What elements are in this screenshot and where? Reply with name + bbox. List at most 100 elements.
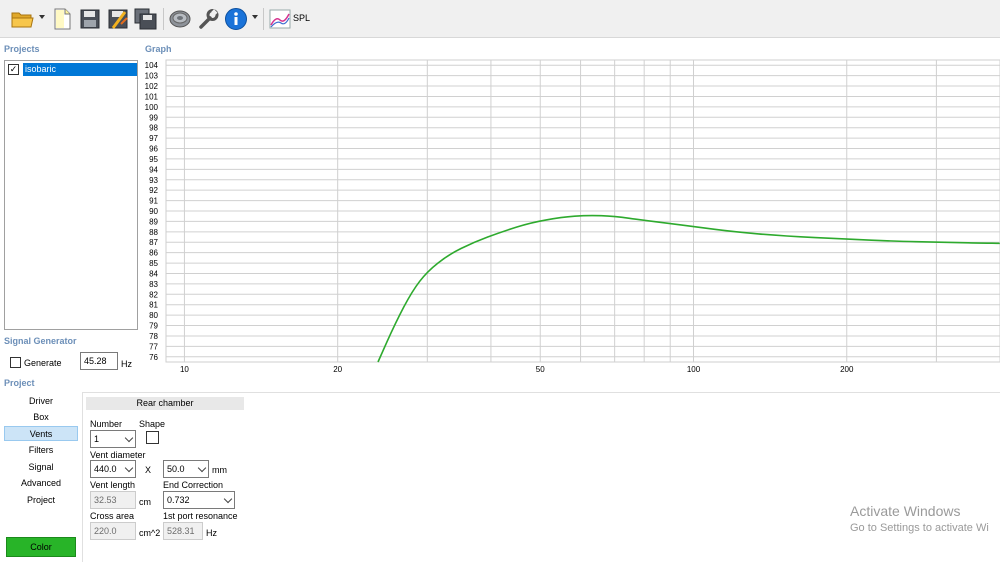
project-item[interactable]: ✓ isobaric: [7, 62, 137, 76]
frequency-unit: Hz: [121, 359, 132, 369]
y-tick-label: 99: [149, 113, 158, 122]
y-tick-label: 77: [149, 342, 158, 351]
chevron-down-icon: [124, 463, 134, 473]
x-tick-label: 20: [333, 365, 342, 374]
cross-area-label: Cross area: [90, 511, 135, 521]
toolbar-separator: [263, 8, 264, 30]
y-tick-label: 90: [149, 207, 158, 216]
spl-chart-icon[interactable]: [267, 6, 293, 32]
end-correction-value: 0.732: [167, 495, 190, 505]
y-tick-label: 100: [145, 103, 159, 112]
number-select-value: 1: [94, 434, 100, 444]
y-tick-label: 87: [149, 238, 158, 247]
shape-label: Shape: [139, 419, 166, 429]
end-correction-select[interactable]: 0.732: [163, 491, 235, 509]
spl-graph: 76 777879 8081 8283 848586 8788 899091 9293 9495…: [145, 59, 1000, 374]
info-dropdown-icon[interactable]: [252, 15, 258, 19]
y-tick-label: 101: [145, 92, 159, 101]
y-tick-label: 81: [149, 301, 158, 310]
y-tick-label: 104: [145, 61, 159, 70]
x-tick-label: 10: [180, 365, 189, 374]
shape-checkbox[interactable]: [146, 431, 159, 444]
y-tick-label: 84: [149, 269, 158, 278]
y-tick-label: 93: [149, 176, 158, 185]
projects-title: Projects: [4, 44, 40, 54]
nav-driver[interactable]: Driver: [4, 394, 78, 409]
y-tick-label: 92: [149, 186, 158, 195]
vent-depth-unit: mm: [212, 465, 227, 475]
nav-filters[interactable]: Filters: [4, 443, 78, 458]
y-tick-label: 89: [149, 217, 158, 226]
vent-diameter-label: Vent diameter: [90, 450, 146, 460]
y-tick-label: 86: [149, 249, 158, 258]
toolbar-separator: [163, 8, 164, 30]
save-icon[interactable]: [77, 6, 103, 32]
generate-label: Generate: [24, 358, 62, 368]
project-checkbox[interactable]: ✓: [8, 63, 19, 75]
generate-checkbox[interactable]: [10, 357, 21, 368]
chevron-down-icon: [197, 463, 207, 473]
y-tick-label: 95: [149, 155, 158, 164]
vent-length-unit: cm: [139, 497, 151, 507]
port-resonance-label: 1st port resonance: [163, 511, 238, 521]
y-tick-label: 78: [149, 332, 158, 341]
activate-windows-title: Activate Windows: [850, 503, 961, 519]
y-tick-label: 85: [149, 259, 158, 268]
cross-area-field: 220.0: [90, 522, 136, 540]
y-tick-label: 91: [149, 197, 158, 206]
x-tick-label: 100: [687, 365, 701, 374]
nav-vents[interactable]: Vents: [4, 426, 78, 441]
cross-area-unit: cm^2: [139, 528, 161, 538]
open-folder-icon[interactable]: [9, 6, 35, 32]
y-tick-label: 83: [149, 280, 158, 289]
nav-advanced[interactable]: Advanced: [4, 476, 78, 491]
vent-diameter-value: 440.0: [94, 464, 117, 474]
y-tick-label: 76: [149, 353, 158, 362]
y-tick-label: 79: [149, 322, 158, 331]
x-tick-label: 200: [840, 365, 854, 374]
y-tick-label: 102: [145, 82, 159, 91]
port-resonance-field: 528.31: [163, 522, 203, 540]
spl-label[interactable]: SPL: [293, 13, 310, 23]
x-tick-label: 50: [536, 365, 545, 374]
vents-panel: [82, 392, 1000, 562]
project-item-label: isobaric: [23, 62, 137, 76]
signal-generator-title: Signal Generator: [4, 336, 77, 346]
wrench-icon[interactable]: [195, 6, 221, 32]
y-tick-label: 103: [145, 72, 159, 81]
y-tick-label: 96: [149, 145, 158, 154]
y-tick-label: 94: [149, 165, 158, 174]
info-icon[interactable]: [223, 6, 249, 32]
y-tick-label: 82: [149, 290, 158, 299]
nav-project[interactable]: Project: [4, 493, 78, 508]
y-tick-label: 98: [149, 124, 158, 133]
save-all-icon[interactable]: [133, 6, 159, 32]
save-as-icon[interactable]: [105, 6, 131, 32]
chevron-down-icon: [124, 433, 134, 443]
activate-windows-subtitle: Go to Settings to activate Wi: [850, 522, 989, 534]
number-select[interactable]: 1: [90, 430, 136, 448]
y-tick-label: 80: [149, 311, 158, 320]
nav-box[interactable]: Box: [4, 410, 78, 425]
projects-list: ✓ isobaric: [4, 60, 138, 330]
end-correction-label: End Correction: [163, 480, 224, 490]
new-document-icon[interactable]: [49, 6, 75, 32]
frequency-input[interactable]: 45.28: [80, 352, 118, 370]
color-button[interactable]: Color: [6, 537, 76, 557]
y-tick-label: 97: [149, 134, 158, 143]
port-resonance-unit: Hz: [206, 528, 217, 538]
nav-signal[interactable]: Signal: [4, 460, 78, 475]
y-tick-label: 88: [149, 228, 158, 237]
open-dropdown-icon[interactable]: [39, 15, 45, 19]
rear-chamber-header: Rear chamber: [86, 397, 244, 410]
toolbar: SPL: [0, 0, 1000, 38]
speaker-icon[interactable]: [167, 6, 193, 32]
project-title: Project: [4, 378, 35, 388]
vent-length-label: Vent length: [90, 480, 136, 490]
vent-diameter-select[interactable]: 440.0: [90, 460, 136, 478]
chevron-down-icon: [223, 494, 233, 504]
number-label: Number: [90, 419, 123, 429]
vent-depth-value: 50.0: [167, 464, 185, 474]
graph-title: Graph: [145, 44, 172, 54]
vent-depth-select[interactable]: 50.0: [163, 460, 209, 478]
